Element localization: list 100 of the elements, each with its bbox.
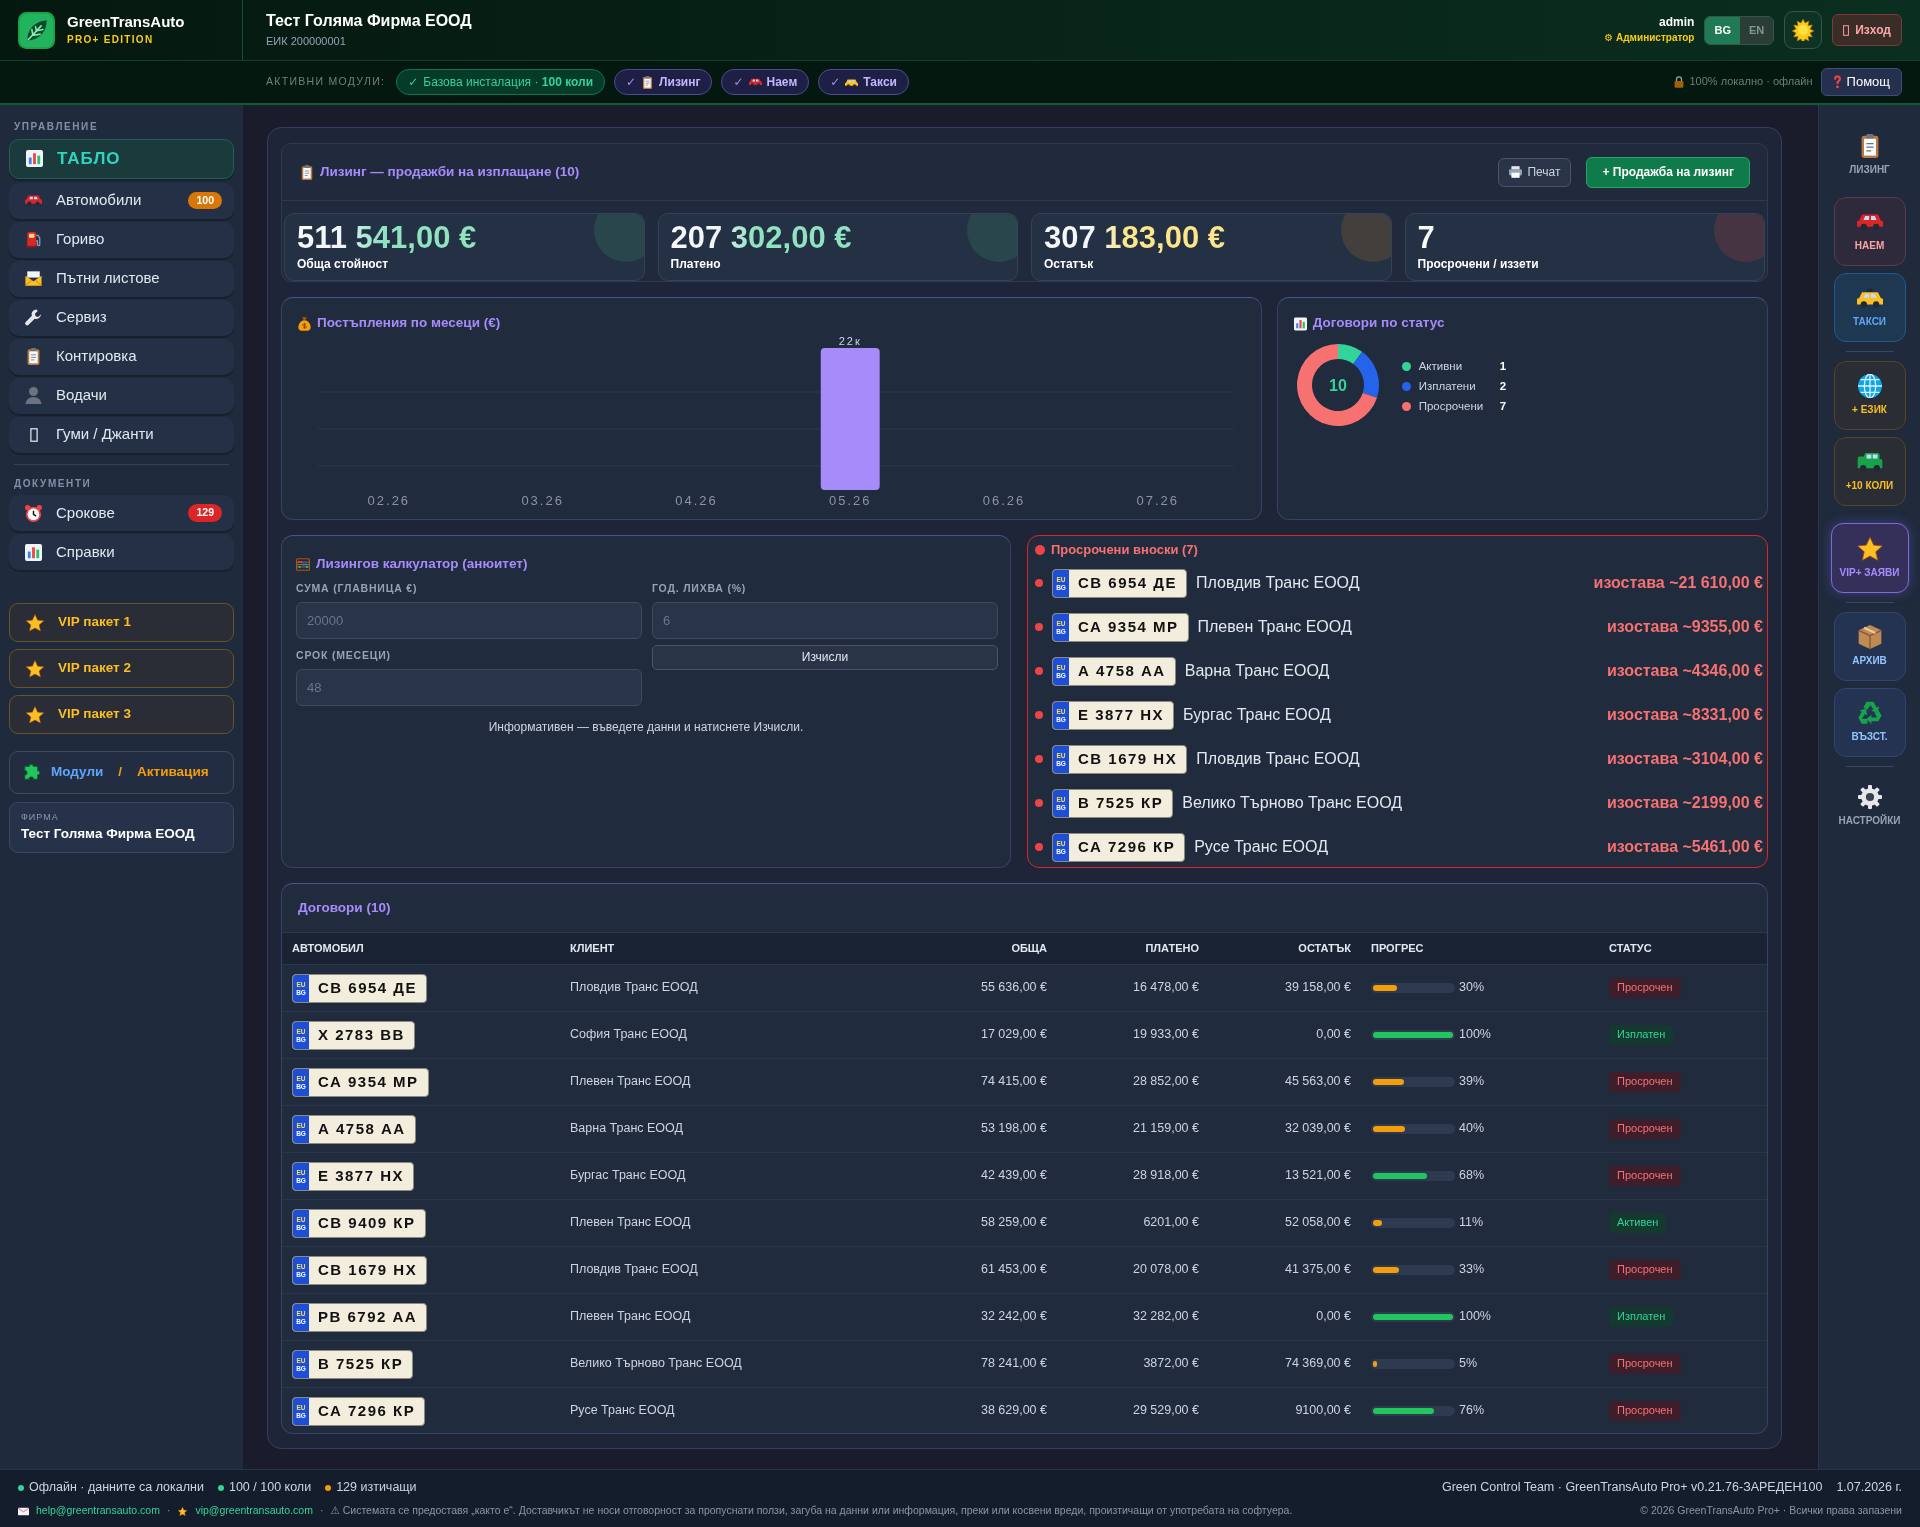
rail-button[interactable]: +10 КОЛИ bbox=[1833, 437, 1906, 506]
status-badge: Просрочен bbox=[1609, 978, 1681, 998]
sidebar-item[interactable]: Контировка bbox=[9, 338, 234, 375]
envelope-icon bbox=[18, 1506, 29, 1516]
table-cell: 41 375,00 € bbox=[1209, 1246, 1361, 1294]
vip-package-button[interactable]: VIP пакет 1 bbox=[9, 603, 234, 642]
bar-value-label: 22к bbox=[838, 335, 862, 347]
vip-package-button[interactable]: VIP пакет 3 bbox=[9, 695, 234, 734]
percent-label: 68% bbox=[1459, 1168, 1485, 1184]
sun-icon bbox=[1792, 19, 1815, 41]
section-title: ДОКУМЕНТИ bbox=[13, 476, 93, 491]
lock-icon bbox=[1674, 76, 1685, 88]
count-badge: 129 bbox=[188, 504, 222, 522]
modules-activation-button[interactable]: Модули / Активация bbox=[9, 751, 234, 794]
table-cell: 19 933,00 € bbox=[1057, 1011, 1209, 1059]
sidebar-item[interactable]: Пътни листове bbox=[9, 260, 234, 297]
theme-button[interactable] bbox=[1784, 11, 1823, 49]
status-text: 129 изтичащи bbox=[336, 1480, 417, 1496]
add-leasing-button[interactable]: + Продажба на лизинг bbox=[1586, 156, 1750, 188]
table-cell: Велико Търново Транс ЕООД bbox=[560, 1340, 920, 1388]
status-badge: Просрочен bbox=[1609, 1401, 1681, 1422]
field-label: СУМА (ГЛАВНИЦА €) bbox=[296, 582, 419, 596]
chart-title: Договори по статус bbox=[1312, 315, 1445, 332]
overdue-amount: изостава ~8331,00 € bbox=[1606, 705, 1763, 725]
plate-number: СА 7296 КР bbox=[1077, 836, 1177, 857]
legend-count: 7 bbox=[1499, 398, 1507, 414]
envelope-icon bbox=[25, 270, 42, 287]
chart-title: Постъпления по месеци (€) bbox=[317, 315, 501, 332]
plate-number: СВ 1679 НХ bbox=[317, 1259, 419, 1280]
column-header: ОБЩА bbox=[920, 932, 1057, 965]
rail-button[interactable]: НАЕМ bbox=[1833, 197, 1906, 266]
overdue-amount: изостава ~3104,00 € bbox=[1606, 749, 1763, 769]
puzzle-piece-icon bbox=[22, 763, 41, 782]
input-field[interactable]: 6 bbox=[652, 602, 998, 640]
sidebar-item[interactable]: Справки bbox=[9, 534, 234, 570]
table-cell: 32 282,00 € bbox=[1057, 1293, 1209, 1341]
calculate-button[interactable]: Изчисли bbox=[652, 645, 998, 671]
check-mark: ✓ bbox=[830, 74, 841, 90]
clipboard-icon bbox=[25, 348, 42, 365]
alert-dot-icon bbox=[1035, 799, 1043, 807]
sidebar-item[interactable]: Гуми / Джанти bbox=[9, 416, 234, 453]
table-cell: 21 159,00 € bbox=[1057, 1105, 1209, 1153]
status-badge: Просрочен bbox=[1609, 1119, 1681, 1139]
email-link[interactable]: help@greentransauto.com bbox=[36, 1504, 160, 1518]
table-cell: Варна Транс ЕООД bbox=[560, 1105, 920, 1153]
column-header: АВТОМОБИЛ bbox=[282, 932, 560, 965]
rail-button[interactable]: ЛИЗИНГ bbox=[1833, 125, 1906, 185]
overdue-amount: изостава ~2199,00 € bbox=[1606, 793, 1763, 813]
sidebar-item[interactable]: Гориво bbox=[9, 221, 234, 258]
sidebar-item[interactable]: Водачи bbox=[9, 377, 234, 414]
table-cell: 45 563,00 € bbox=[1209, 1058, 1361, 1106]
alert-dot-icon bbox=[1035, 711, 1043, 719]
plate-number: СВ 1679 НХ bbox=[1077, 748, 1179, 769]
overdue-amount: изостава ~9355,00 € bbox=[1606, 617, 1763, 637]
column-header: ОСТАТЪК bbox=[1209, 932, 1361, 965]
table-cell: 52 058,00 € bbox=[1209, 1199, 1361, 1247]
percent-label: 30% bbox=[1459, 980, 1485, 996]
abacus-icon bbox=[296, 557, 310, 571]
rail-button[interactable]: НАСТРОЙКИ bbox=[1833, 776, 1906, 836]
rail-button[interactable]: + ЕЗИК bbox=[1833, 361, 1906, 430]
stat-label: Остатък bbox=[1044, 257, 1095, 272]
status-badge: Активен bbox=[1609, 1213, 1667, 1233]
table-cell: 9100,00 € bbox=[1209, 1387, 1361, 1433]
alarm-clock-icon bbox=[25, 504, 42, 522]
rail-button[interactable]: VIP+ ЗАЯВИ bbox=[1830, 523, 1909, 593]
alert-dot-icon bbox=[1035, 755, 1043, 763]
axis-label: 02.26 bbox=[367, 493, 411, 508]
table-cell: Пловдив Транс ЕООД bbox=[560, 964, 920, 1012]
sidebar-item[interactable]: ТАБЛО bbox=[9, 138, 234, 179]
star-icon bbox=[26, 705, 44, 724]
firm-caption: ФИРМА bbox=[21, 812, 60, 824]
disclaimer-text: ⚠ Системата се предоставя „както е“. Доставчикът не носи отговорност за пропуснати ползи, загуба на данни или информация, преки или косвени вреди, произтичащи от употребата на софтуера. bbox=[330, 1504, 1293, 1518]
sidebar-item[interactable]: Автомобили 100 bbox=[9, 182, 234, 219]
legend-count: 1 bbox=[1499, 358, 1507, 374]
help-button[interactable]: Помощ bbox=[1820, 68, 1902, 96]
legend-label: Изплатени bbox=[1418, 378, 1477, 394]
overdue-amount: изостава ~5461,00 € bbox=[1606, 837, 1763, 857]
stat-label: Просрочени / иззети bbox=[1417, 257, 1540, 272]
edition-label: PRO+ EDITION bbox=[67, 34, 155, 47]
email-link[interactable]: vip@greentransauto.com bbox=[195, 1504, 313, 1518]
language-toggle[interactable]: EN bbox=[1739, 16, 1774, 44]
language-toggle[interactable]: BG bbox=[1705, 16, 1740, 44]
input-field[interactable]: 20000 bbox=[296, 602, 642, 640]
leaf-logo-icon bbox=[18, 11, 55, 49]
sidebar-item[interactable]: Сервиз bbox=[9, 299, 234, 336]
input-field[interactable]: 48 bbox=[296, 669, 642, 707]
rail-button[interactable]: АРХИВ bbox=[1833, 612, 1906, 681]
alert-dot-icon bbox=[1035, 843, 1043, 851]
status-badge: Просрочен bbox=[1609, 1260, 1681, 1280]
print-button[interactable]: Печат bbox=[1498, 157, 1572, 187]
rail-button[interactable]: ТАКСИ bbox=[1833, 273, 1906, 342]
settings-icon bbox=[1856, 784, 1883, 809]
vip-package-button[interactable]: VIP пакет 2 bbox=[9, 649, 234, 688]
globe-icon bbox=[1856, 374, 1883, 399]
table-cell: 39 158,00 € bbox=[1209, 964, 1361, 1012]
sidebar-item[interactable]: Срокове 129 bbox=[9, 495, 234, 531]
rail-button[interactable]: ВЪЗСТ. bbox=[1833, 688, 1906, 757]
section-title: УПРАВЛЕНИЕ bbox=[13, 120, 100, 134]
logout-button[interactable]: Изход bbox=[1832, 14, 1902, 46]
status-text: Офлайн · данните са локални bbox=[29, 1480, 204, 1496]
